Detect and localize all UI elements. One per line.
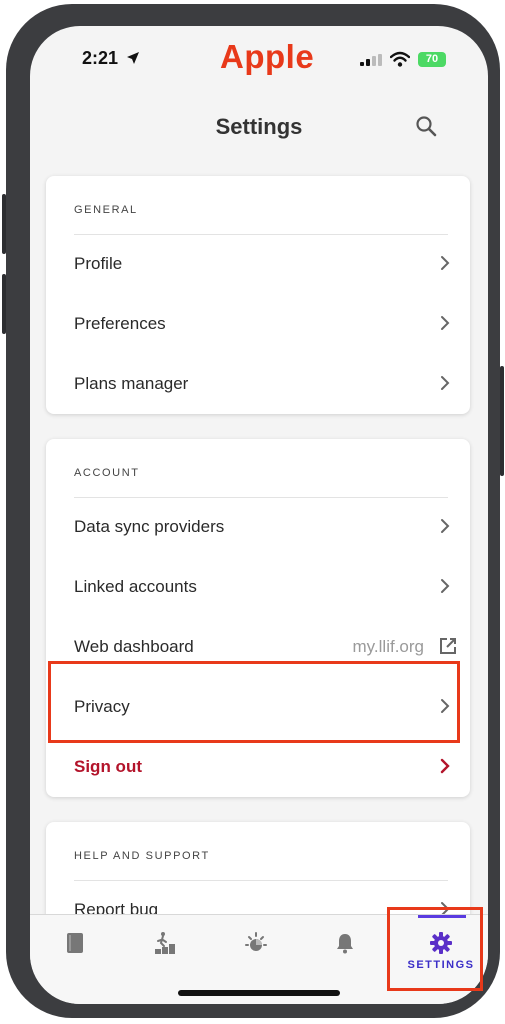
settings-item-linked-accounts[interactable]: Linked accounts xyxy=(46,557,470,617)
journal-icon xyxy=(67,933,83,953)
status-time: 2:21 xyxy=(82,48,119,68)
settings-item-preferences[interactable]: Preferences xyxy=(46,294,470,354)
settings-item-privacy[interactable]: Privacy xyxy=(46,677,470,737)
tab-settings-label: SETTINGS xyxy=(407,959,475,971)
bell-icon xyxy=(337,934,353,954)
screen: 2:21 Apple 70 Settings GENERAL Profile P… xyxy=(30,26,488,1004)
chevron-right-icon xyxy=(440,758,450,774)
section-header-account: ACCOUNT xyxy=(74,467,140,479)
settings-item-label: Plans manager xyxy=(74,374,189,393)
battery-indicator: 70 xyxy=(418,52,446,67)
sign-out-button[interactable]: Sign out xyxy=(46,737,470,797)
settings-item-data-sync-providers[interactable]: Data sync providers xyxy=(46,497,470,557)
search-icon[interactable] xyxy=(414,114,438,138)
web-dashboard-url: my.llif.org xyxy=(352,637,424,656)
account-card: ACCOUNT Data sync providers Linked accou… xyxy=(46,439,470,797)
section-header-help: HELP AND SUPPORT xyxy=(74,850,210,862)
gear-icon xyxy=(430,932,452,954)
chevron-right-icon xyxy=(441,316,450,330)
settings-item-label: Data sync providers xyxy=(74,517,225,536)
home-indicator xyxy=(178,990,340,996)
phone-side-button xyxy=(2,194,6,254)
tab-insights[interactable] xyxy=(210,915,300,985)
chevron-right-icon xyxy=(441,256,450,270)
brand-name: Apple xyxy=(220,38,315,75)
chevron-right-icon xyxy=(441,579,450,593)
general-card: GENERAL Profile Preferences Plans manage… xyxy=(46,176,470,414)
cellular-signal-icon xyxy=(360,54,382,66)
wifi-icon xyxy=(390,51,410,67)
settings-item-label: Web dashboard xyxy=(74,637,194,656)
settings-item-web-dashboard[interactable]: Web dashboard my.llif.org xyxy=(46,617,470,677)
chevron-right-icon xyxy=(441,519,450,533)
settings-item-plans-manager[interactable]: Plans manager xyxy=(46,354,470,414)
tab-journal[interactable] xyxy=(30,915,120,985)
tab-settings[interactable]: SETTINGS xyxy=(396,915,486,985)
settings-item-profile[interactable]: Profile xyxy=(46,234,470,294)
tab-progress[interactable] xyxy=(120,915,210,985)
external-link-icon xyxy=(440,638,456,654)
phone-side-button xyxy=(2,274,6,334)
sign-out-label: Sign out xyxy=(74,757,142,776)
settings-item-label: Linked accounts xyxy=(74,577,197,596)
section-header-general: GENERAL xyxy=(74,204,138,216)
status-bar: 2:21 Apple 70 xyxy=(30,26,488,86)
settings-item-label: Privacy xyxy=(74,697,130,716)
progress-icon xyxy=(155,932,175,954)
chevron-right-icon xyxy=(441,699,450,713)
tab-notifications[interactable] xyxy=(300,915,390,985)
phone-side-button xyxy=(500,366,504,476)
phone-frame: 2:21 Apple 70 Settings GENERAL Profile P… xyxy=(2,4,504,1018)
settings-item-label: Profile xyxy=(74,254,123,273)
location-arrow-icon xyxy=(127,52,139,64)
chevron-right-icon xyxy=(441,376,450,390)
settings-item-label: Preferences xyxy=(74,314,166,333)
insights-icon xyxy=(245,932,267,951)
